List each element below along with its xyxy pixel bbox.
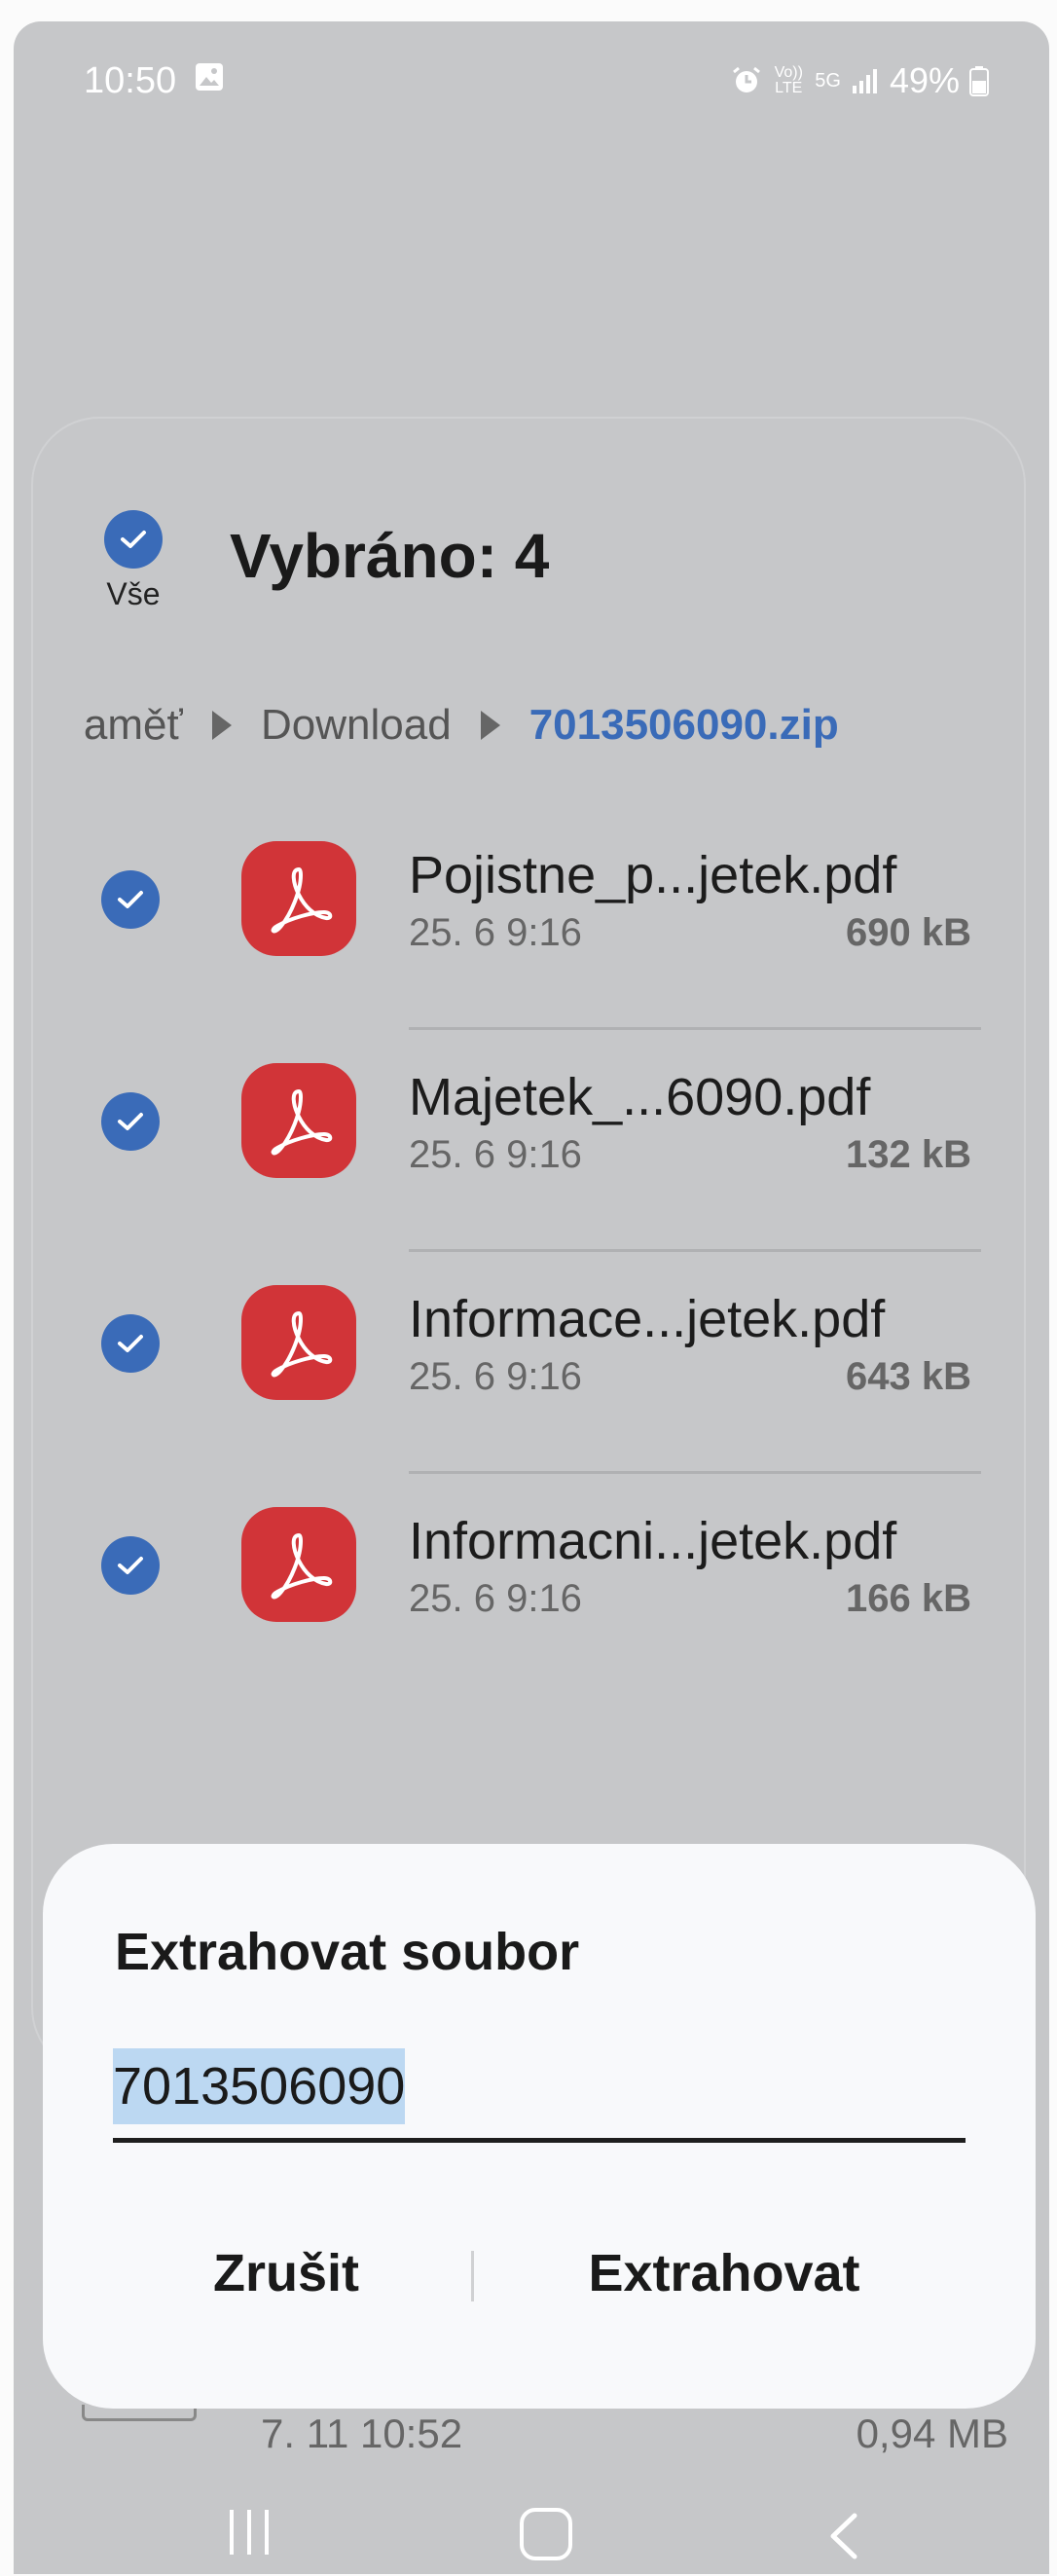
chevron-right-icon	[480, 711, 500, 740]
volte-icon: Vo)) LTE	[774, 64, 803, 96]
file-row[interactable]: Informace...jetek.pdf 25. 6 9:16 643 kB	[84, 1252, 999, 1474]
file-date: 25. 6 9:16	[409, 1133, 582, 1176]
pdf-file-icon	[241, 1285, 356, 1400]
row-check-icon[interactable]	[101, 870, 160, 929]
recents-button[interactable]	[230, 2510, 269, 2555]
chevron-right-icon	[212, 711, 232, 740]
cancel-button[interactable]: Zrušit	[101, 2243, 471, 2303]
file-size: 166 kB	[846, 1577, 971, 1620]
select-all-toggle[interactable]: Vše	[80, 510, 187, 612]
row-check-icon[interactable]	[101, 1092, 160, 1151]
selected-count-title: Vybráno: 4	[230, 521, 550, 591]
dialog-title: Extrahovat soubor	[115, 1923, 580, 1981]
extract-dialog: Extrahovat soubor 7013506090 Zrušit Extr…	[43, 1844, 1036, 2409]
battery-icon	[969, 65, 989, 96]
5g-icon: 5G	[815, 69, 841, 92]
pdf-file-icon	[241, 1507, 356, 1622]
row-check-icon[interactable]	[101, 1314, 160, 1373]
home-button[interactable]	[520, 2508, 572, 2560]
select-all-label: Vše	[106, 576, 161, 611]
file-name: Majetek_...6090.pdf	[409, 1068, 871, 1126]
status-icons: Vo)) LTE 5G 49%	[731, 60, 989, 101]
file-row[interactable]: Majetek_...6090.pdf 25. 6 9:16 132 kB	[84, 1030, 999, 1252]
alarm-icon	[731, 65, 762, 96]
check-icon	[104, 510, 163, 569]
breadcrumb-item-download[interactable]: Download	[261, 701, 452, 750]
breadcrumb: paměť Download 7013506090.zip	[84, 701, 839, 750]
pdf-file-icon	[241, 1063, 356, 1178]
folder-name-value[interactable]: 7013506090	[113, 2048, 406, 2124]
file-name: Informace...jetek.pdf	[409, 1290, 886, 1348]
navigation-bar	[0, 2488, 1057, 2576]
row-check-icon[interactable]	[101, 1536, 160, 1595]
signal-icon	[851, 66, 880, 95]
status-bar: 10:50 Vo)) LTE 5G 49%	[14, 21, 1049, 138]
file-name: Informacni...jetek.pdf	[409, 1512, 897, 1570]
button-divider	[471, 2251, 474, 2301]
status-time: 10:50	[84, 60, 177, 101]
battery-percent: 49%	[889, 60, 960, 100]
extract-button[interactable]: Extrahovat	[500, 2243, 948, 2303]
file-row[interactable]: Informacni...jetek.pdf 25. 6 9:16 166 kB	[84, 1474, 999, 1696]
file-size: 690 kB	[846, 911, 971, 954]
file-size: 643 kB	[846, 1355, 971, 1398]
pdf-file-icon	[241, 841, 356, 956]
file-date: 25. 6 9:16	[409, 911, 582, 954]
file-size: 132 kB	[846, 1133, 971, 1176]
file-name: Pojistne_p...jetek.pdf	[409, 846, 897, 904]
file-date: 25. 6 9:16	[409, 1355, 582, 1398]
breadcrumb-item-current[interactable]: 7013506090.zip	[529, 701, 839, 750]
image-notification-icon	[195, 62, 224, 92]
item-size: 0,94 MB	[856, 2410, 1008, 2456]
back-button[interactable]	[825, 2512, 860, 2565]
file-row[interactable]: Pojistne_p...jetek.pdf 25. 6 9:16 690 kB	[84, 808, 999, 1030]
folder-name-input[interactable]: 7013506090	[113, 2044, 966, 2143]
file-date: 25. 6 9:16	[409, 1577, 582, 1620]
item-date: 7. 11 10:52	[261, 2410, 463, 2456]
breadcrumb-item-storage[interactable]: paměť	[84, 701, 183, 750]
